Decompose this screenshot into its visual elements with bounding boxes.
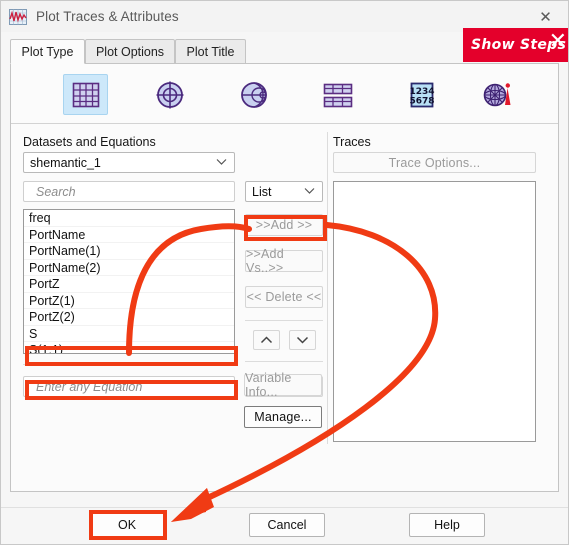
- move-down-button[interactable]: [289, 330, 316, 350]
- tab-plot-options[interactable]: Plot Options: [85, 39, 175, 64]
- help-button[interactable]: Help: [409, 513, 485, 537]
- banner-close-icon[interactable]: ✕: [549, 29, 567, 55]
- left-divider: [23, 364, 235, 365]
- numeric-listing-icon[interactable]: 1234 5678: [399, 74, 444, 115]
- ok-button[interactable]: OK: [89, 513, 165, 537]
- variable-info-button[interactable]: Variable Info...: [244, 371, 322, 399]
- svg-text:1234: 1234: [409, 87, 434, 97]
- list-item[interactable]: PortZ(2): [24, 309, 234, 326]
- tab-plot-type[interactable]: Plot Type: [10, 39, 85, 64]
- view-mode-combo[interactable]: List: [245, 181, 323, 202]
- search-input[interactable]: Search: [23, 181, 235, 202]
- tab-plot-title[interactable]: Plot Title: [175, 39, 246, 64]
- manage-button[interactable]: Manage...: [244, 406, 322, 428]
- trace-options-button[interactable]: Trace Options...: [333, 152, 536, 173]
- chevron-down-icon: [216, 157, 227, 168]
- list-item[interactable]: S: [24, 326, 234, 342]
- chevron-down-icon: [304, 186, 315, 197]
- list-item[interactable]: PortName: [24, 227, 234, 243]
- footer-divider: [1, 507, 568, 508]
- datasets-listbox[interactable]: freq PortName PortName(1) PortName(2) Po…: [23, 209, 235, 354]
- antenna-pattern-icon[interactable]: [475, 74, 520, 115]
- traces-listbox[interactable]: [333, 181, 536, 442]
- panel-divider: [327, 132, 328, 444]
- delete-button[interactable]: << Delete <<: [245, 286, 323, 308]
- polar-plot-icon[interactable]: [147, 74, 192, 115]
- show-steps-banner[interactable]: Show Steps ✕: [463, 28, 568, 62]
- move-up-button[interactable]: [253, 330, 280, 350]
- add-button[interactable]: >>Add >>: [245, 214, 323, 236]
- view-mode-value: List: [252, 184, 272, 199]
- smith-chart-icon[interactable]: [231, 74, 276, 115]
- plot-type-icon-row: 1234 5678: [11, 64, 558, 124]
- list-item[interactable]: freq: [24, 210, 234, 227]
- list-item[interactable]: PortName(1): [24, 243, 234, 260]
- list-item[interactable]: PortZ: [24, 276, 234, 293]
- add-vs-button[interactable]: >>Add Vs..>>: [245, 247, 323, 275]
- list-item-s11[interactable]: S(1,1): [24, 342, 234, 353]
- dataset-combo-value: shemantic_1: [30, 155, 101, 170]
- window-title: Plot Traces & Attributes: [36, 9, 179, 24]
- app-icon: [9, 8, 27, 25]
- list-item[interactable]: PortName(2): [24, 260, 234, 276]
- middle-divider-top: [245, 320, 323, 321]
- datasets-group-label: Datasets and Equations: [23, 135, 156, 149]
- traces-group-label: Traces: [333, 135, 371, 149]
- middle-divider-bottom: [245, 361, 323, 362]
- svg-text:5678: 5678: [409, 96, 434, 106]
- equation-input[interactable]: Enter any Equation: [23, 376, 235, 397]
- dataset-combo[interactable]: shemantic_1: [23, 152, 235, 173]
- cancel-button[interactable]: Cancel: [249, 513, 325, 537]
- plot-traces-dialog: Plot Traces & Attributes ✕ Plot Type Plo…: [0, 0, 569, 545]
- rectangular-grid-plot-icon[interactable]: [63, 74, 108, 115]
- list-item[interactable]: PortZ(1): [24, 293, 234, 309]
- table-plot-icon[interactable]: [315, 74, 360, 115]
